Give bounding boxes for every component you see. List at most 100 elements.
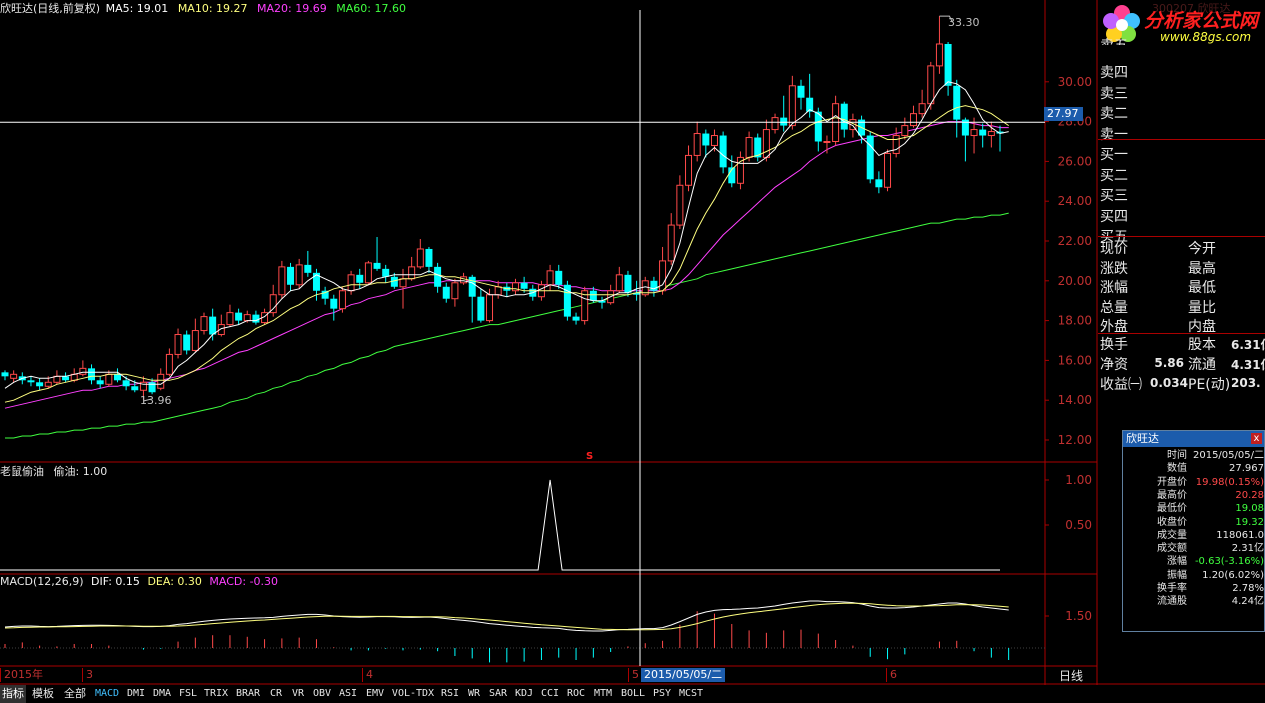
ind1-tick-label: 0.50 [1065, 518, 1092, 532]
macd-value: MACD: -0.30 [209, 575, 279, 588]
tab-mcst[interactable]: MCST [676, 685, 706, 703]
data-window-title[interactable]: 欣旺达 x [1123, 431, 1264, 447]
candle-body [875, 179, 883, 188]
tab-vr[interactable]: VR [288, 685, 308, 703]
candle [209, 308, 217, 341]
data-window-value: 19.98(0.15%) [1195, 476, 1264, 488]
candle [719, 131, 727, 174]
data-window-key: 开盘价 [1157, 476, 1187, 488]
candle-body [287, 266, 295, 285]
tab-指标[interactable]: 指标 [0, 685, 26, 703]
candle-body [884, 152, 892, 188]
candle [79, 360, 87, 377]
tab-vol-tdx[interactable]: VOL-TDX [390, 685, 436, 703]
candle [754, 133, 762, 162]
candle [183, 330, 191, 355]
finance-value: 203. [1231, 376, 1261, 390]
candle-body [979, 129, 987, 136]
candle-body [927, 65, 935, 105]
order-book-row: 卖一 [1100, 126, 1128, 143]
stat-label: 今开 [1188, 241, 1216, 257]
candle [278, 260, 286, 299]
tab-sar[interactable]: SAR [486, 685, 510, 703]
tab-brar[interactable]: BRAR [232, 685, 264, 703]
candle-body [693, 133, 701, 156]
tab-kdj[interactable]: KDJ [512, 685, 536, 703]
finance-label: 净资 [1100, 357, 1128, 373]
stock-chart[interactable]: 12.00 14.00 16.00 18.00 20.00 22.00 24.00 26.00… [0, 0, 1265, 703]
tab-asi[interactable]: ASI [336, 685, 360, 703]
candle-body [520, 282, 528, 289]
period-label[interactable]: 日线 [1059, 667, 1083, 684]
candle-body [685, 154, 693, 186]
logo-url: www.88gs.com [1160, 30, 1252, 44]
date-axis-label: 2015年 [0, 668, 43, 682]
finance-value: 6.31亿 [1231, 338, 1265, 352]
crosshair [0, 10, 1045, 666]
candle-body [382, 268, 390, 277]
order-book-row: 买一 [1100, 147, 1128, 163]
candle-body [62, 376, 70, 381]
candle [503, 282, 511, 297]
price-tick-label: 16.00 [1058, 353, 1092, 367]
candle-body [702, 133, 710, 146]
tab-模板[interactable]: 模板 [28, 685, 58, 703]
data-window-stock: 欣旺达 [1126, 432, 1159, 445]
candle-body [278, 266, 286, 296]
candle-body [373, 262, 381, 269]
ma10-path [4, 105, 1009, 403]
tab-mtm[interactable]: MTM [590, 685, 616, 703]
price-tick-label: 14.00 [1058, 393, 1092, 407]
candle [408, 256, 416, 281]
ma60-legend: MA60: 17.60 [336, 2, 406, 15]
tab-全部[interactable]: 全部 [60, 685, 90, 703]
close-icon[interactable]: x [1251, 433, 1262, 444]
tab-fsl[interactable]: FSL [176, 685, 200, 703]
tab-rsi[interactable]: RSI [438, 685, 462, 703]
candle-body [44, 381, 52, 387]
candle [364, 260, 372, 285]
data-window-value: 118061.0 [1216, 529, 1264, 541]
candle-body [88, 368, 96, 381]
candle [581, 286, 589, 325]
candle-body [399, 278, 407, 288]
tab-cci[interactable]: CCI [538, 685, 562, 703]
low-price-label: 13.96 [140, 394, 172, 407]
data-window-value: 19.32 [1235, 516, 1264, 528]
tab-dma[interactable]: DMA [150, 685, 174, 703]
candle-body [416, 248, 424, 268]
date-axis-label: 6 [886, 668, 897, 682]
finance-label: PE(动) [1188, 377, 1231, 393]
candle [598, 296, 606, 309]
tab-emv[interactable]: EMV [362, 685, 388, 703]
macd-tick-label: 1.50 [1065, 609, 1092, 623]
candle-body [581, 290, 589, 322]
candle [892, 127, 900, 158]
stat-label: 量比 [1188, 299, 1216, 316]
candle-body [36, 382, 44, 387]
data-window-value: 4.24亿 [1231, 596, 1264, 608]
candle [572, 312, 580, 325]
candle-body [434, 266, 442, 287]
tab-obv[interactable]: OBV [310, 685, 334, 703]
tab-trix[interactable]: TRIX [202, 685, 230, 703]
tab-dmi[interactable]: DMI [124, 685, 148, 703]
candle [1, 370, 9, 381]
data-window[interactable]: 欣旺达 x 时间 2015/05/05/二 数值 27.967 开盘价 19.98(0.1… [1122, 430, 1265, 632]
candle [434, 262, 442, 293]
tab-macd[interactable]: MACD [92, 685, 122, 703]
candle-body [555, 270, 563, 285]
candle [909, 105, 917, 128]
tab-psy[interactable]: PSY [650, 685, 674, 703]
candle [996, 125, 1004, 152]
tab-wr[interactable]: WR [464, 685, 484, 703]
tab-boll[interactable]: BOLL [618, 685, 648, 703]
candle [875, 171, 883, 194]
candle-body [174, 334, 182, 355]
data-window-row: 涨幅 -0.63(-3.16%) [1123, 556, 1264, 568]
tab-cr[interactable]: CR [266, 685, 286, 703]
candle [191, 318, 199, 353]
tab-roc[interactable]: ROC [564, 685, 588, 703]
candle-body [970, 129, 978, 137]
indicator-tab-bar: 指标 模板 全部 MACD DMI DMA FSL TRIX BRAR CR VR OBV ASI EMV… [0, 685, 1265, 703]
